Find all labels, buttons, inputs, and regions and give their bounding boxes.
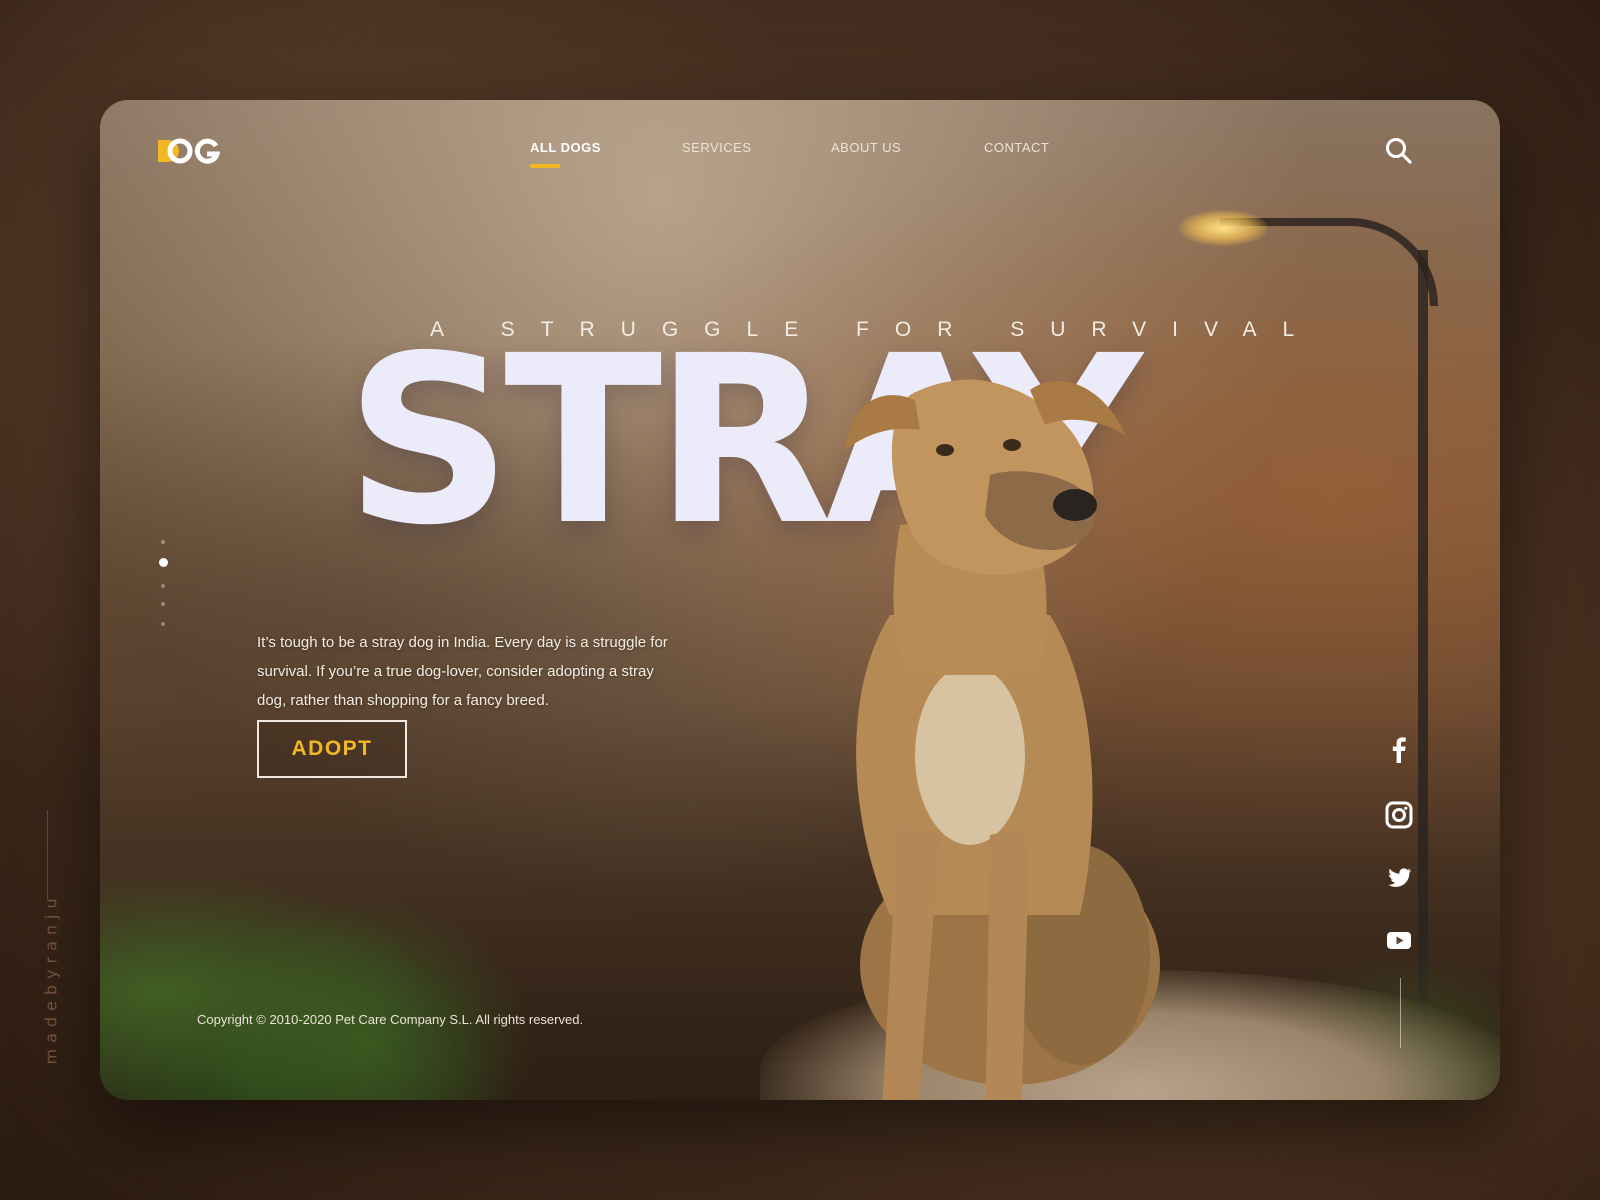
copyright-text: Copyright © 2010-2020 Pet Care Company S… [197, 1012, 584, 1027]
hero-description: It’s tough to be a stray dog in India. E… [257, 634, 668, 709]
nav-label: ALL DOGS [530, 140, 601, 155]
twitter-icon[interactable] [1384, 863, 1414, 893]
active-nav-indicator [530, 164, 560, 168]
hero-card: ALL DOGS SERVICES ABOUT US CONTACT A STR… [100, 100, 1500, 1100]
nav-label: ABOUT US [831, 140, 902, 155]
slider-dots [156, 540, 170, 640]
slider-dot[interactable] [161, 540, 165, 544]
nav-services[interactable]: SERVICES [682, 140, 752, 155]
adopt-button-label: ADOPT [291, 737, 373, 760]
search-icon[interactable] [1384, 136, 1414, 166]
nav-label: CONTACT [984, 140, 1050, 155]
credit-divider [47, 810, 48, 900]
slider-dot-active[interactable] [159, 558, 168, 567]
nav-all-dogs[interactable]: ALL DOGS [530, 140, 601, 168]
credit-text: madebyranju [41, 892, 61, 1065]
nav-label: SERVICES [682, 140, 752, 155]
foliage-left [100, 740, 700, 1100]
slider-dot[interactable] [161, 584, 165, 588]
dog-image [845, 379, 1160, 1100]
nav-about-us[interactable]: ABOUT US [831, 140, 901, 155]
adopt-button[interactable]: ADOPT [257, 720, 407, 778]
social-divider [1400, 978, 1401, 1048]
side-credit: madebyranju [36, 810, 66, 1065]
slider-dot[interactable] [161, 622, 165, 626]
youtube-icon[interactable] [1384, 925, 1414, 955]
facebook-icon[interactable] [1384, 735, 1414, 765]
nav-contact[interactable]: CONTACT [984, 140, 1049, 155]
instagram-icon[interactable] [1384, 800, 1414, 830]
slider-dot[interactable] [161, 602, 165, 606]
street-lamp-light [1178, 210, 1268, 246]
main-nav: ALL DOGS SERVICES ABOUT US CONTACT [100, 140, 1500, 180]
